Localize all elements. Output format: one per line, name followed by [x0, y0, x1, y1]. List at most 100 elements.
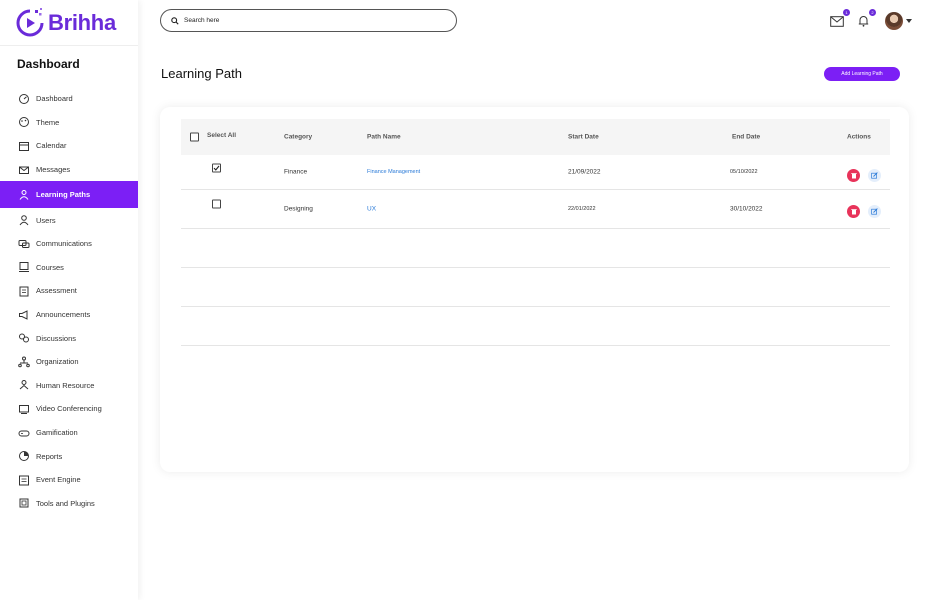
sidebar-item-organization[interactable]: Organization: [0, 350, 138, 374]
sidebar-item-announcements[interactable]: Announcements: [0, 303, 138, 327]
cell-category: Designing: [284, 205, 313, 213]
header-select-all: Select All: [207, 132, 237, 139]
trash-icon: [850, 209, 857, 215]
row-checkbox[interactable]: [212, 163, 221, 173]
sidebar-item-video-conferencing[interactable]: Video Conferencing: [0, 397, 138, 421]
search-bar[interactable]: [160, 9, 457, 32]
dashboard-icon: [18, 93, 30, 105]
sidebar-item-label: Dashboard: [36, 94, 73, 104]
sidebar-item-calendar[interactable]: Calendar: [0, 134, 138, 158]
sidebar-item-reports[interactable]: Reports: [0, 444, 138, 468]
empty-row: [181, 229, 890, 268]
sidebar-item-label: Users: [36, 215, 56, 225]
sidebar-item-label: Gamification: [36, 428, 78, 438]
delete-button[interactable]: [847, 169, 860, 182]
sidebar-item-label: Communications: [36, 239, 92, 249]
course-icon: [18, 261, 30, 273]
sidebar-item-event-engine[interactable]: Event Engine: [0, 468, 138, 492]
bell-icon: [858, 16, 868, 27]
sidebar-item-label: Learning Paths: [36, 190, 91, 200]
report-icon: [18, 450, 30, 462]
mail-badge: 1: [843, 9, 850, 16]
table-row: Finance Finance Management 21/09/2022 05…: [181, 154, 890, 190]
sidebar-item-label: Organization: [36, 357, 79, 367]
sidebar-item-label: Calendar: [36, 141, 67, 151]
game-icon: [18, 427, 30, 439]
cell-start-date: 21/09/2022: [568, 168, 601, 175]
trash-icon: [850, 173, 857, 179]
sidebar-item-label: Discussions: [36, 333, 77, 343]
table-row: Designing UX 22/01/2022 30/10/2022: [181, 190, 890, 229]
sidebar-item-label: Human Resource: [36, 380, 95, 390]
row-checkbox[interactable]: [212, 199, 221, 209]
cell-category: Finance: [284, 168, 308, 175]
sidebar-item-label: Reports: [36, 451, 63, 461]
cell-end-date: 30/10/2022: [730, 205, 763, 213]
sidebar-item-label: Event Engine: [36, 475, 81, 485]
empty-row: [181, 307, 890, 346]
mail-icon: [18, 164, 30, 176]
table-header: Select All Category Path Name Start Date…: [181, 119, 890, 155]
sidebar-nav: Dashboard Theme Calendar Messages Learning P…: [0, 87, 138, 515]
notification-badge: 2: [869, 9, 876, 16]
sidebar-item-gamification[interactable]: Gamification: [0, 421, 138, 445]
header-start-date: Start Date: [568, 133, 599, 141]
edit-icon: [871, 172, 878, 179]
sidebar-item-label: Theme: [36, 117, 60, 127]
cell-path-name[interactable]: UX: [367, 206, 376, 213]
logo-icon: [14, 7, 46, 39]
brand-name: Brihha: [48, 9, 116, 35]
learning-path-table: Select All Category Path Name Start Date…: [160, 107, 909, 472]
sidebar-item-label: Tools and Plugins: [36, 498, 95, 508]
sidebar-item-learning-paths[interactable]: Learning Paths: [0, 181, 138, 209]
select-all-checkbox[interactable]: [190, 132, 199, 142]
mail-button[interactable]: 1: [829, 9, 850, 29]
org-icon: [18, 356, 30, 368]
sidebar-item-discussions[interactable]: Discussions: [0, 326, 138, 350]
header-actions: Actions: [847, 133, 871, 141]
brand-logo[interactable]: Brihha: [0, 0, 138, 46]
cell-start-date: 22/01/2022: [568, 206, 596, 212]
sidebar-item-label: Courses: [36, 262, 64, 272]
sidebar-title: Dashboard: [17, 57, 80, 71]
sidebar-item-communications[interactable]: Communications: [0, 232, 138, 256]
cell-path-name[interactable]: Finance Management: [367, 169, 420, 175]
header-path-name: Path Name: [367, 133, 401, 141]
sidebar-item-human-resource[interactable]: Human Resource: [0, 374, 138, 398]
hr-icon: [18, 379, 30, 391]
sidebar-item-label: Announcements: [36, 310, 91, 320]
mail-icon: [830, 15, 844, 27]
add-learning-path-button[interactable]: Add Learning Path: [824, 67, 900, 81]
check-icon: [213, 165, 220, 171]
edit-icon: [871, 208, 878, 215]
cell-end-date: 05/10/2022: [730, 168, 758, 175]
clipboard-icon: [18, 285, 30, 297]
edit-button[interactable]: [868, 169, 881, 182]
video-icon: [18, 403, 30, 415]
sidebar-item-dashboard[interactable]: Dashboard: [0, 87, 138, 111]
sidebar: Brihha Dashboard Dashboard Theme Calendar M…: [0, 0, 138, 600]
sidebar-item-courses[interactable]: Courses: [0, 256, 138, 280]
sidebar-item-messages[interactable]: Messages: [0, 158, 138, 182]
search-input[interactable]: [184, 17, 444, 24]
chat-icon: [18, 238, 30, 250]
search-icon: [171, 16, 179, 25]
notification-button[interactable]: 2: [855, 9, 876, 29]
user-icon: [18, 214, 30, 226]
chevron-down-icon[interactable]: [906, 19, 912, 23]
megaphone-icon: [18, 309, 30, 321]
edit-button[interactable]: [868, 205, 881, 218]
sidebar-item-theme[interactable]: Theme: [0, 111, 138, 135]
sidebar-item-users[interactable]: Users: [0, 208, 138, 232]
sidebar-item-tools-and-plugins[interactable]: Tools and Plugins: [0, 492, 138, 516]
calendar-icon: [18, 140, 30, 152]
avatar[interactable]: [885, 12, 903, 30]
sidebar-item-assessment[interactable]: Assessment: [0, 279, 138, 303]
header-end-date: End Date: [732, 133, 761, 141]
theme-icon: [18, 116, 30, 128]
tools-icon: [18, 497, 30, 509]
topbar-actions: 1 2: [819, 9, 912, 30]
delete-button[interactable]: [847, 205, 860, 218]
learning-path-icon: [18, 189, 30, 201]
header-category: Category: [284, 133, 313, 141]
